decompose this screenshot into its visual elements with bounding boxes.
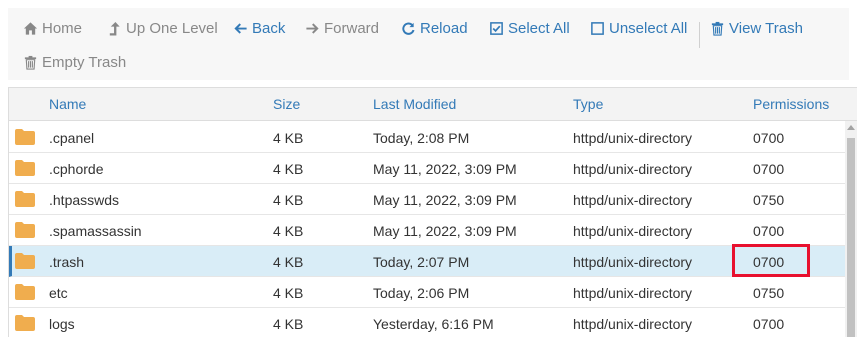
cell-type: httpd/unix-directory [573,285,693,301]
cell-size: 4 KB [273,223,304,239]
select-all-label: Select All [508,20,570,37]
table-row[interactable]: logs 4 KB Yesterday, 6:16 PM httpd/unix-dir… [9,308,845,337]
folder-icon [15,284,35,300]
folder-icon [15,315,35,331]
forward-label: Forward [324,20,380,37]
empty-trash-button[interactable]: Empty Trash [22,54,126,71]
permissions-highlight-box [732,244,810,277]
cell-name: .cphorde [49,161,104,177]
cell-last-modified: May 11, 2022, 3:09 PM [373,161,517,177]
view-trash-button[interactable]: View Trash [709,20,803,37]
table-header: Name Size Last Modified Type Permissions [9,88,857,121]
cell-permissions: 0700 [753,316,785,332]
home-button[interactable]: Home [22,20,82,37]
cell-last-modified: May 11, 2022, 3:09 PM [373,223,517,239]
refresh-icon [400,21,416,37]
arrow-right-icon [304,21,320,37]
unselect-all-label: Unselect All [609,20,688,37]
table-row[interactable]: .htpasswds 4 KB May 11, 2022, 3:09 PM httpd… [9,184,845,215]
table-row[interactable]: .cpanel 4 KB Today, 2:08 PM httpd/unix-dire… [9,122,845,153]
view-trash-label: View Trash [729,20,803,37]
empty-trash-label: Empty Trash [42,54,127,71]
table-row[interactable]: .trash 4 KB Today, 2:07 PM httpd/unix-direc… [9,246,845,277]
folder-icon [15,253,35,269]
reload-button[interactable]: Reload [400,20,468,37]
cell-name: logs [49,316,75,332]
cell-last-modified: Today, 2:08 PM [373,130,470,146]
column-header-permissions[interactable]: Permissions [753,96,829,112]
cell-name: .spamassassin [49,223,142,239]
home-icon [22,21,38,37]
cell-permissions: 0700 [753,223,785,239]
cell-last-modified: Today, 2:07 PM [373,254,470,270]
cell-type: httpd/unix-directory [573,223,693,239]
level-up-icon [106,21,122,37]
select-all-button[interactable]: Select All [488,20,570,37]
cell-name: .cpanel [49,130,95,146]
scrollbar[interactable] [845,121,857,337]
home-label: Home [42,20,83,37]
up-one-level-label: Up One Level [126,20,218,37]
cell-size: 4 KB [273,161,304,177]
cell-name: etc [49,285,68,301]
file-list-table: Name Size Last Modified Type Permissions… [8,87,857,337]
folder-icon [15,191,35,207]
scroll-up-arrow-icon[interactable] [845,121,857,133]
cell-type: httpd/unix-directory [573,161,693,177]
cell-size: 4 KB [273,254,304,270]
trash-icon [22,55,38,71]
cell-permissions: 0700 [753,161,785,177]
toolbar-divider [699,22,700,48]
cell-size: 4 KB [273,130,304,146]
column-header-last-modified[interactable]: Last Modified [373,96,456,112]
file-manager-toolbar: Home Up One Level Back Forward Reload Se… [8,8,849,80]
cell-size: 4 KB [273,192,304,208]
cell-name: .trash [49,254,85,270]
reload-label: Reload [420,20,468,37]
cell-size: 4 KB [273,316,304,332]
back-label: Back [252,20,286,37]
unselect-all-button[interactable]: Unselect All [589,20,687,37]
cell-permissions: 0700 [753,130,785,146]
cell-last-modified: Yesterday, 6:16 PM [373,316,494,332]
scrollbar-thumb[interactable] [847,138,855,337]
back-button[interactable]: Back [232,20,285,37]
table-row[interactable]: etc 4 KB Today, 2:06 PM httpd/unix-director… [9,277,845,308]
arrow-left-icon [232,21,248,37]
cell-size: 4 KB [273,285,304,301]
cell-type: httpd/unix-directory [573,192,693,208]
cell-last-modified: May 11, 2022, 3:09 PM [373,192,517,208]
cell-permissions: 0750 [753,192,785,208]
cell-type: httpd/unix-directory [573,130,693,146]
cell-type: httpd/unix-directory [573,316,693,332]
column-header-size[interactable]: Size [273,96,300,112]
trash-icon [709,21,725,37]
up-one-level-button[interactable]: Up One Level [106,20,218,37]
column-header-name[interactable]: Name [49,96,86,112]
checkbox-empty-icon [589,21,605,37]
checkbox-checked-icon [488,21,504,37]
cell-name: .htpasswds [49,192,120,208]
table-row[interactable]: .cphorde 4 KB May 11, 2022, 3:09 PM httpd/u… [9,153,845,184]
folder-icon [15,222,35,238]
folder-icon [15,129,35,145]
cell-permissions: 0750 [753,285,785,301]
folder-icon [15,160,35,176]
table-row[interactable]: .spamassassin 4 KB May 11, 2022, 3:09 PM ht… [9,215,845,246]
forward-button[interactable]: Forward [304,20,379,37]
cell-type: httpd/unix-directory [573,254,693,270]
column-header-type[interactable]: Type [573,96,603,112]
cell-last-modified: Today, 2:06 PM [373,285,470,301]
